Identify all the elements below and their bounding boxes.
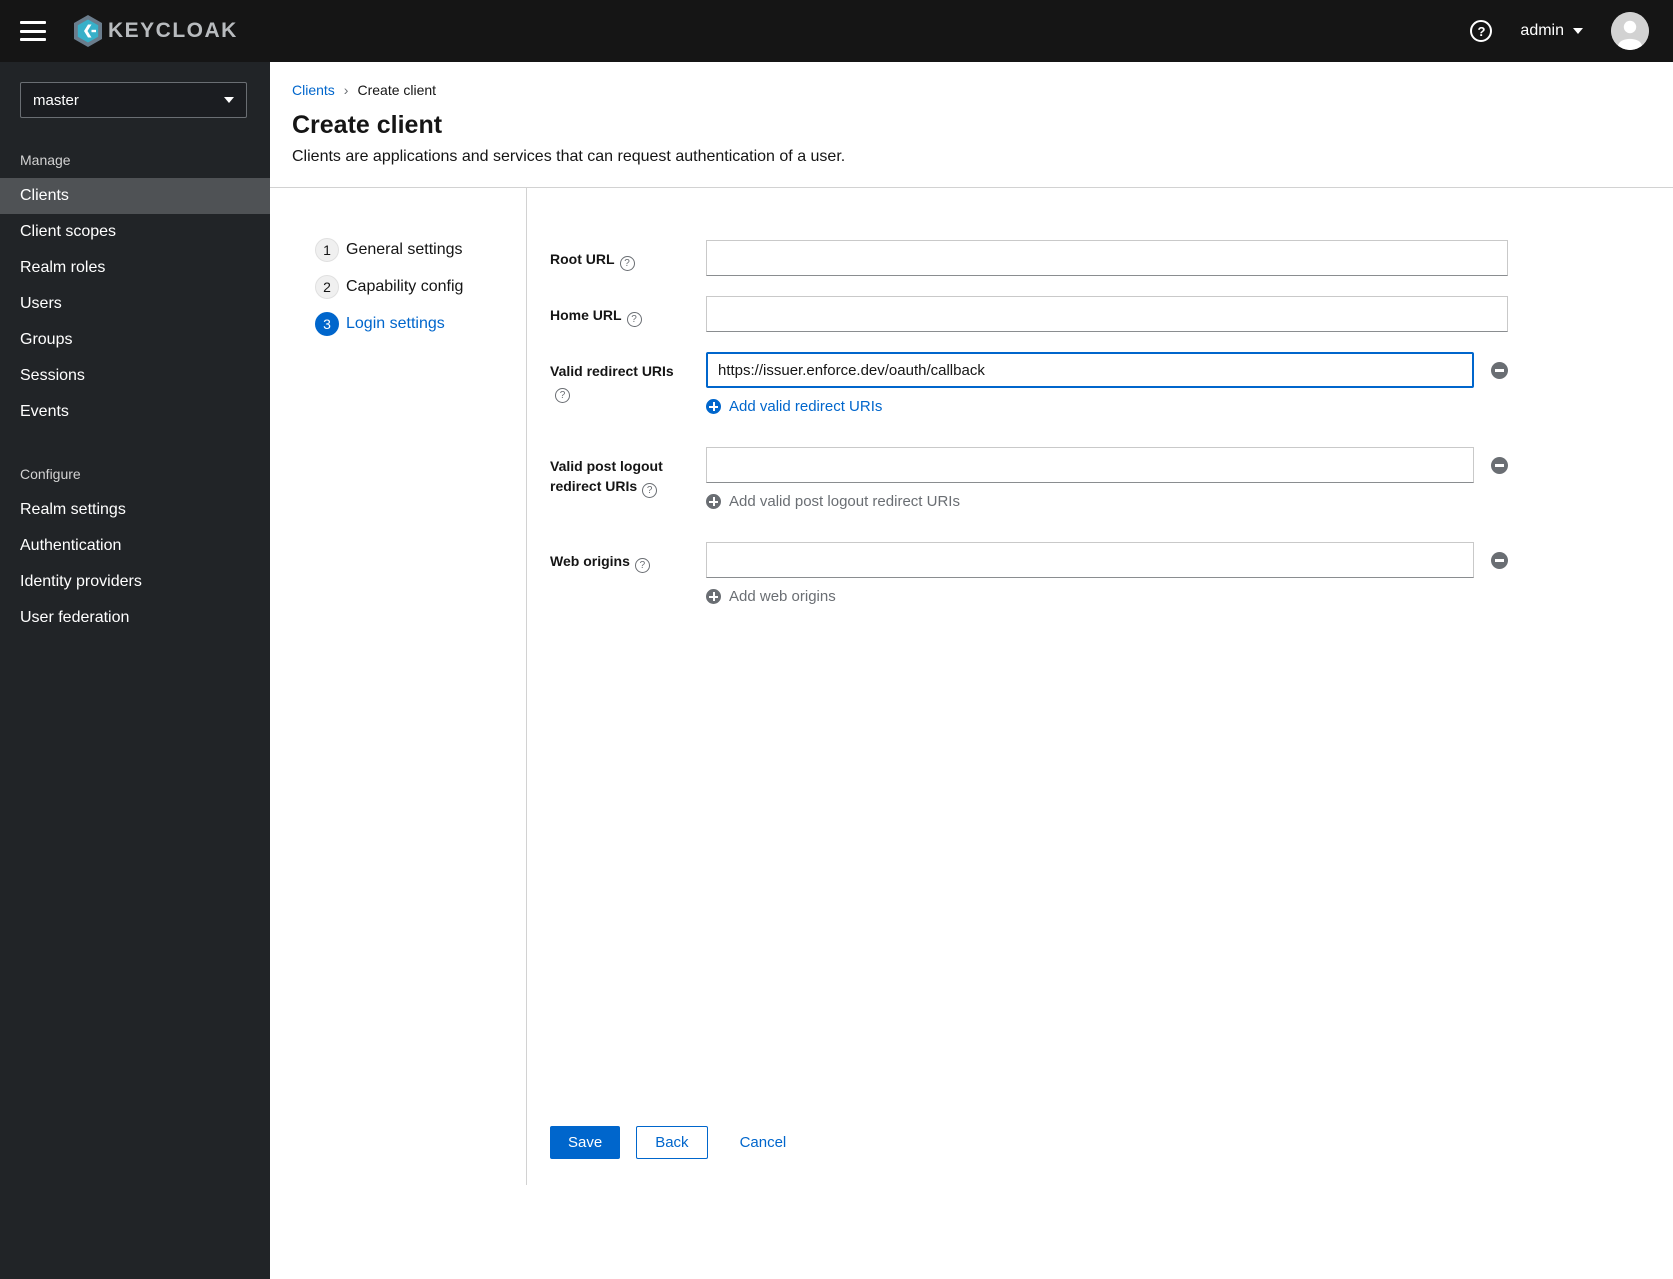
web-origins-label: Web origins? bbox=[550, 542, 706, 609]
hamburger-menu-icon[interactable] bbox=[20, 21, 46, 41]
root-url-input[interactable] bbox=[706, 240, 1508, 276]
breadcrumb: Clients › Create client bbox=[292, 82, 1649, 98]
step-label-login-settings: Login settings bbox=[346, 315, 445, 332]
web-origins-help-icon[interactable]: ? bbox=[634, 558, 650, 573]
sidebar-item-client-scopes[interactable]: Client scopes bbox=[0, 214, 270, 250]
root-url-help-icon[interactable]: ? bbox=[619, 256, 635, 271]
step-label-general-settings: General settings bbox=[346, 241, 463, 258]
chevron-down-icon bbox=[224, 97, 234, 103]
wizard-step-login-settings[interactable]: 3 Login settings bbox=[315, 312, 445, 336]
form-actions: Save Back Cancel bbox=[550, 1126, 1508, 1159]
sidebar: master Manage Clients Client scopes Real… bbox=[0, 62, 270, 1279]
add-post-logout-redirect-uris-button[interactable]: Add valid post logout redirect URIs bbox=[706, 493, 960, 510]
brand-text: KEYCLOAK bbox=[108, 19, 238, 42]
plus-circle-icon bbox=[706, 494, 721, 509]
step-number-1: 1 bbox=[315, 238, 339, 262]
sidebar-item-users[interactable]: Users bbox=[0, 286, 270, 322]
post-logout-redirect-uris-row: Valid post logout redirect URIs? Add val… bbox=[550, 447, 1508, 514]
sidebar-item-clients[interactable]: Clients bbox=[0, 178, 270, 214]
valid-redirect-uris-label: Valid redirect URIs? bbox=[550, 363, 674, 404]
main-content: Clients › Create client Create client Cl… bbox=[270, 62, 1673, 1279]
nav-section-configure: Configure bbox=[20, 466, 81, 482]
web-origin-input[interactable] bbox=[706, 542, 1474, 578]
step-number-3: 3 bbox=[315, 312, 339, 336]
step-label-capability-config: Capability config bbox=[346, 278, 464, 295]
sidebar-item-realm-roles[interactable]: Realm roles bbox=[0, 250, 270, 286]
top-bar: KEYCLOAK ? admin bbox=[0, 0, 1673, 62]
breadcrumb-separator: › bbox=[343, 82, 349, 98]
sidebar-item-events[interactable]: Events bbox=[0, 394, 270, 430]
wizard-step-capability-config[interactable]: 2 Capability config bbox=[315, 275, 463, 299]
valid-redirect-uri-input[interactable] bbox=[706, 352, 1474, 388]
realm-selector-value: master bbox=[33, 91, 79, 109]
add-valid-redirect-uris-button[interactable]: Add valid redirect URIs bbox=[706, 398, 882, 415]
post-logout-redirect-uri-input[interactable] bbox=[706, 447, 1474, 483]
breadcrumb-current: Create client bbox=[357, 82, 437, 98]
cancel-button[interactable]: Cancel bbox=[736, 1126, 791, 1159]
sidebar-item-authentication[interactable]: Authentication bbox=[0, 528, 270, 564]
help-icon[interactable]: ? bbox=[1470, 20, 1493, 42]
home-url-input[interactable] bbox=[706, 296, 1508, 332]
add-web-origins-button[interactable]: Add web origins bbox=[706, 588, 836, 605]
back-button[interactable]: Back bbox=[636, 1126, 708, 1159]
realm-selector[interactable]: master bbox=[20, 82, 247, 118]
page-title: Create client bbox=[292, 111, 443, 139]
home-url-label: Home URL? bbox=[550, 296, 706, 332]
sidebar-item-identity-providers[interactable]: Identity providers bbox=[0, 564, 270, 600]
sidebar-item-user-federation[interactable]: User federation bbox=[0, 600, 270, 636]
home-url-row: Home URL? bbox=[550, 296, 1508, 332]
remove-web-origin-button[interactable] bbox=[1491, 551, 1508, 569]
valid-redirect-uris-help-icon[interactable]: ? bbox=[555, 388, 570, 404]
plus-circle-icon bbox=[706, 399, 721, 414]
minus-circle-icon bbox=[1491, 551, 1508, 569]
minus-circle-icon bbox=[1491, 361, 1508, 379]
keycloak-logo: KEYCLOAK bbox=[70, 13, 238, 49]
remove-redirect-uri-button[interactable] bbox=[1491, 361, 1508, 379]
keycloak-logo-icon bbox=[70, 13, 106, 49]
web-origins-row: Web origins? Add web origins bbox=[550, 542, 1508, 609]
sidebar-item-sessions[interactable]: Sessions bbox=[0, 358, 270, 394]
breadcrumb-clients-link[interactable]: Clients bbox=[292, 82, 335, 98]
user-menu-dropdown[interactable]: admin bbox=[1520, 22, 1583, 40]
sidebar-nav: Manage Clients Client scopes Realm roles… bbox=[0, 138, 270, 636]
sidebar-item-groups[interactable]: Groups bbox=[0, 322, 270, 358]
root-url-label: Root URL? bbox=[550, 240, 706, 276]
home-url-help-icon[interactable]: ? bbox=[626, 312, 642, 327]
sidebar-item-realm-settings[interactable]: Realm settings bbox=[0, 492, 270, 528]
step-number-2: 2 bbox=[315, 275, 339, 299]
minus-circle-icon bbox=[1491, 456, 1508, 474]
page-subtitle: Clients are applications and services th… bbox=[292, 148, 846, 165]
remove-post-logout-uri-button[interactable] bbox=[1491, 456, 1508, 474]
user-menu-label: admin bbox=[1520, 22, 1564, 39]
chevron-down-icon bbox=[1573, 28, 1583, 34]
post-logout-redirect-uris-help-icon[interactable]: ? bbox=[642, 483, 658, 499]
root-url-row: Root URL? bbox=[550, 240, 1508, 276]
plus-circle-icon bbox=[706, 589, 721, 604]
wizard-nav: 1 General settings 2 Capability config 3… bbox=[270, 188, 526, 1185]
post-logout-redirect-uris-label: Valid post logout redirect URIs? bbox=[550, 458, 663, 499]
save-button[interactable]: Save bbox=[550, 1126, 621, 1159]
wizard-step-general-settings[interactable]: 1 General settings bbox=[315, 238, 463, 262]
valid-redirect-uris-row: Valid redirect URIs? Add valid redirect … bbox=[550, 352, 1508, 419]
login-settings-form: Root URL? Home URL? Valid redirect URIs?… bbox=[526, 188, 1673, 1185]
nav-section-manage: Manage bbox=[20, 152, 71, 168]
avatar[interactable] bbox=[1611, 12, 1649, 50]
